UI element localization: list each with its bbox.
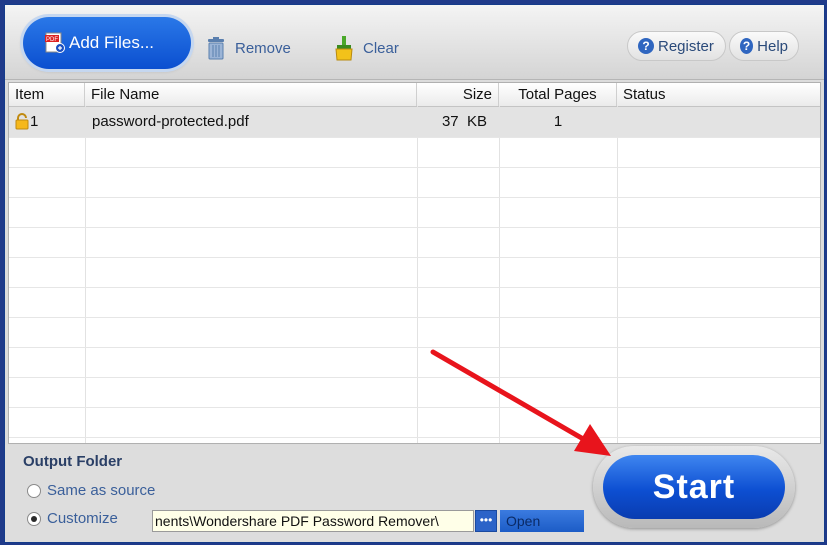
column-header-total-pages[interactable]: Total Pages bbox=[499, 83, 617, 106]
broom-icon bbox=[335, 36, 353, 61]
row-divider bbox=[9, 137, 820, 138]
column-header-size[interactable]: Size bbox=[417, 83, 499, 106]
column-divider bbox=[617, 106, 618, 443]
help-label: Help bbox=[757, 37, 788, 55]
row-divider bbox=[9, 227, 820, 228]
column-header-item[interactable]: Item bbox=[9, 83, 85, 106]
row-divider bbox=[9, 347, 820, 348]
row-divider bbox=[9, 167, 820, 168]
radio-label-same: Same as source bbox=[47, 482, 156, 499]
add-files-button[interactable]: PDF Add Files... bbox=[23, 17, 191, 69]
lock-icon bbox=[15, 113, 29, 130]
add-files-label: Add Files... bbox=[69, 33, 155, 52]
open-button[interactable]: Open bbox=[500, 510, 584, 532]
output-folder-title: Output Folder bbox=[23, 453, 123, 470]
radio-same-as-source[interactable]: Same as source bbox=[27, 482, 155, 499]
column-header-file-name[interactable]: File Name bbox=[85, 83, 417, 106]
row-divider bbox=[9, 407, 820, 408]
svg-text:PDF: PDF bbox=[46, 37, 58, 43]
column-divider bbox=[417, 106, 418, 443]
column-divider bbox=[85, 106, 86, 443]
row-divider bbox=[9, 317, 820, 318]
start-button[interactable]: Start bbox=[603, 455, 785, 519]
clear-label: Clear bbox=[363, 39, 399, 57]
column-header-status[interactable]: Status bbox=[617, 83, 820, 106]
help-icon: ? bbox=[740, 38, 754, 54]
table-header: Item File Name Size Total Pages Status bbox=[9, 83, 820, 107]
output-path-input[interactable] bbox=[152, 510, 474, 532]
row-file-name: password-protected.pdf bbox=[92, 113, 249, 130]
radio-customize[interactable]: Customize bbox=[27, 510, 118, 527]
toolbar: PDF Add Files... Remove Clear ? Register… bbox=[5, 5, 824, 80]
remove-label: Remove bbox=[235, 39, 291, 57]
row-divider bbox=[9, 197, 820, 198]
radio-button-selected[interactable] bbox=[27, 511, 41, 526]
row-divider bbox=[9, 377, 820, 378]
row-divider bbox=[9, 257, 820, 258]
help-button[interactable]: ? Help bbox=[729, 31, 799, 61]
file-table: Item File Name Size Total Pages Status 1… bbox=[8, 82, 821, 444]
row-divider bbox=[9, 287, 820, 288]
trash-icon bbox=[208, 37, 224, 60]
register-label: Register bbox=[658, 37, 714, 55]
register-icon: ? bbox=[638, 38, 654, 54]
radio-button[interactable] bbox=[27, 483, 41, 498]
browse-button[interactable]: ••• bbox=[475, 510, 497, 532]
row-total-pages: 1 bbox=[553, 113, 563, 130]
radio-label-customize: Customize bbox=[47, 510, 118, 527]
clear-button[interactable]: Clear bbox=[333, 35, 399, 61]
row-item: 1 bbox=[30, 113, 39, 130]
column-divider bbox=[499, 106, 500, 443]
register-button[interactable]: ? Register bbox=[627, 31, 726, 61]
pdf-add-icon: PDF bbox=[45, 32, 65, 53]
row-divider bbox=[9, 437, 820, 438]
remove-button[interactable]: Remove bbox=[205, 35, 291, 61]
row-size: 37 KB bbox=[441, 113, 487, 130]
